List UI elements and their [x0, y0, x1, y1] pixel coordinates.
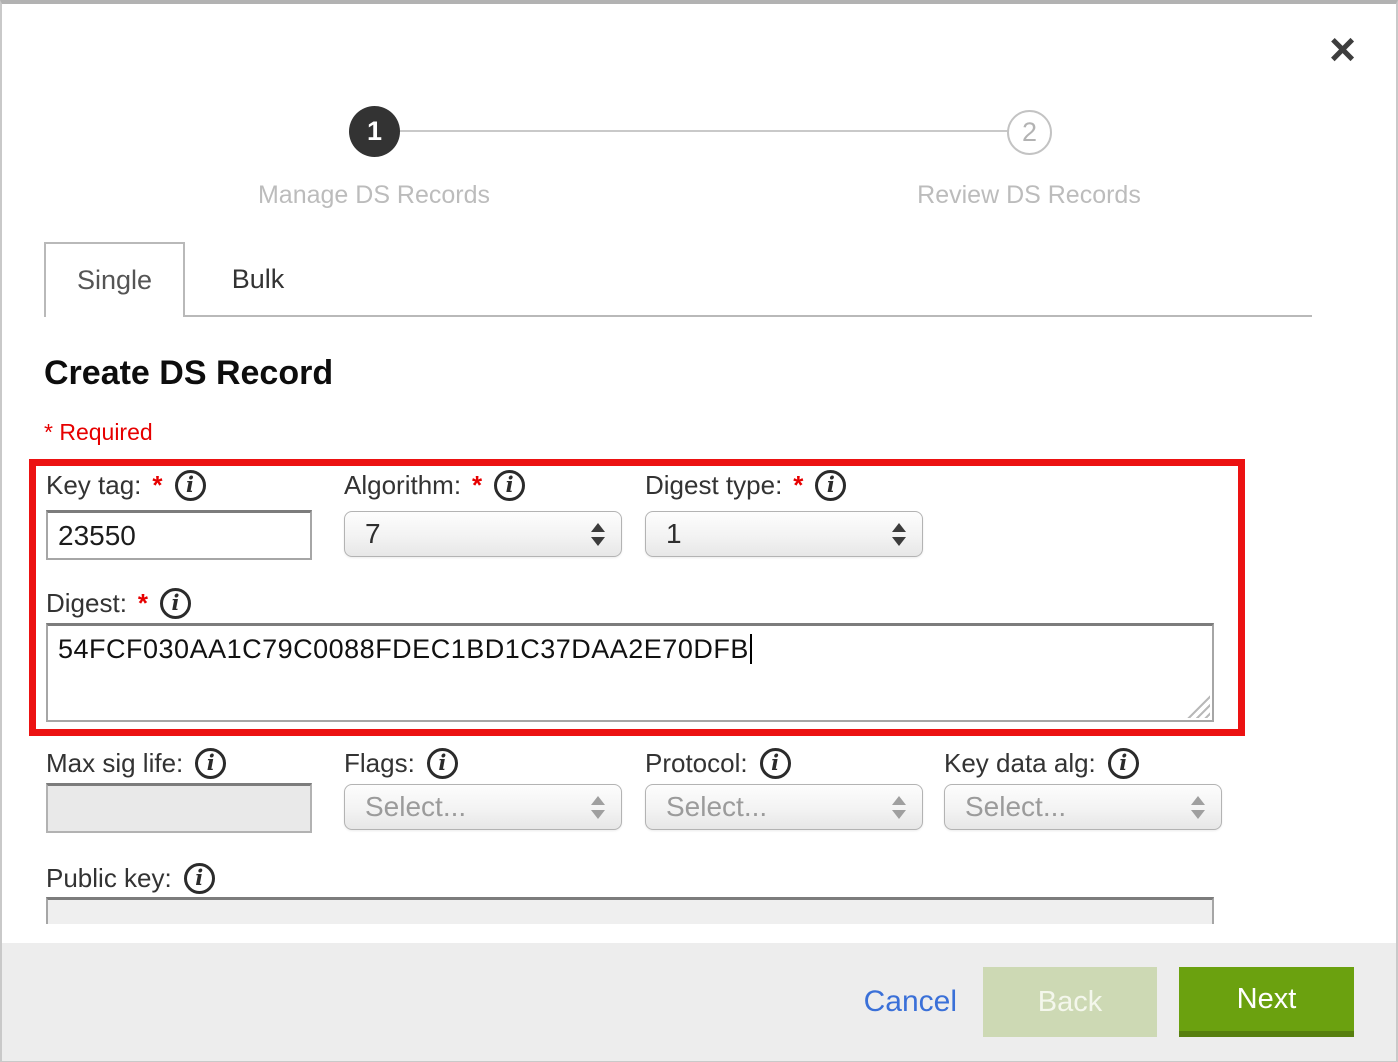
max-sig-life-label-text: Max sig life: [46, 748, 183, 779]
close-icon[interactable]: × [1329, 26, 1356, 72]
step-indicator-1: 1 [349, 106, 400, 157]
info-icon[interactable]: i [815, 470, 846, 501]
dialog-footer: Cancel Back Next [2, 943, 1396, 1061]
required-marker: * [152, 470, 162, 501]
key-data-alg-select-value: Select... [965, 791, 1066, 823]
select-stepper-icon [892, 523, 906, 546]
info-icon[interactable]: i [1108, 748, 1139, 779]
digest-type-label-text: Digest type: [645, 470, 782, 501]
digest-type-select[interactable]: 1 [645, 511, 923, 557]
text-cursor [750, 634, 752, 664]
algorithm-label: Algorithm: * i [344, 468, 525, 502]
max-sig-life-input[interactable] [46, 783, 312, 833]
digest-type-select-value: 1 [666, 518, 682, 550]
key-data-alg-label-text: Key data alg: [944, 748, 1096, 779]
select-stepper-icon [591, 523, 605, 546]
key-data-alg-select[interactable]: Select... [944, 784, 1222, 830]
tab-bulk[interactable]: Bulk [185, 242, 331, 317]
step-label-review-ds-records: Review DS Records [869, 181, 1189, 210]
tab-single[interactable]: Single [44, 242, 185, 317]
algorithm-label-text: Algorithm: [344, 470, 461, 501]
protocol-label: Protocol: i [645, 746, 791, 780]
info-icon[interactable]: i [760, 748, 791, 779]
digest-textarea[interactable]: 54FCF030AA1C79C0088FDEC1BD1C37DAA2E70DFB [46, 623, 1214, 722]
info-icon[interactable]: i [195, 748, 226, 779]
public-key-label: Public key: i [46, 861, 215, 895]
create-ds-record-dialog: × 1 2 Manage DS Records Review DS Record… [0, 0, 1398, 1062]
required-note: * Required [44, 419, 153, 446]
digest-type-label: Digest type: * i [645, 468, 846, 502]
info-icon[interactable]: i [494, 470, 525, 501]
protocol-label-text: Protocol: [645, 748, 748, 779]
digest-label-text: Digest: [46, 588, 127, 619]
info-icon[interactable]: i [160, 588, 191, 619]
select-stepper-icon [892, 796, 906, 819]
flags-select-value: Select... [365, 791, 466, 823]
cancel-link[interactable]: Cancel [864, 985, 957, 1019]
next-button[interactable]: Next [1179, 967, 1354, 1037]
protocol-select[interactable]: Select... [645, 784, 923, 830]
back-button[interactable]: Back [983, 967, 1157, 1037]
protocol-select-value: Select... [666, 791, 767, 823]
required-marker: * [793, 470, 803, 501]
public-key-textarea[interactable] [46, 897, 1214, 924]
info-icon[interactable]: i [175, 470, 206, 501]
stepper-connector-line [384, 130, 1018, 132]
algorithm-select[interactable]: 7 [344, 511, 622, 557]
page-title: Create DS Record [44, 354, 333, 393]
info-icon[interactable]: i [427, 748, 458, 779]
key-data-alg-label: Key data alg: i [944, 746, 1139, 780]
public-key-label-text: Public key: [46, 863, 172, 894]
step-label-manage-ds-records: Manage DS Records [214, 181, 534, 210]
select-stepper-icon [1191, 796, 1205, 819]
max-sig-life-label: Max sig life: i [46, 746, 226, 780]
required-marker: * [472, 470, 482, 501]
flags-label-text: Flags: [344, 748, 415, 779]
select-stepper-icon [591, 796, 605, 819]
algorithm-select-value: 7 [365, 518, 381, 550]
digest-value: 54FCF030AA1C79C0088FDEC1BD1C37DAA2E70DFB [58, 634, 749, 664]
required-marker: * [138, 588, 148, 619]
key-tag-input[interactable] [46, 510, 312, 560]
resize-handle-icon[interactable] [1186, 694, 1210, 718]
flags-label: Flags: i [344, 746, 458, 780]
step-indicator-2: 2 [1007, 110, 1052, 155]
key-tag-label: Key tag: * i [46, 468, 206, 502]
key-tag-label-text: Key tag: [46, 470, 141, 501]
digest-label: Digest: * i [46, 586, 191, 620]
flags-select[interactable]: Select... [344, 784, 622, 830]
info-icon[interactable]: i [184, 863, 215, 894]
